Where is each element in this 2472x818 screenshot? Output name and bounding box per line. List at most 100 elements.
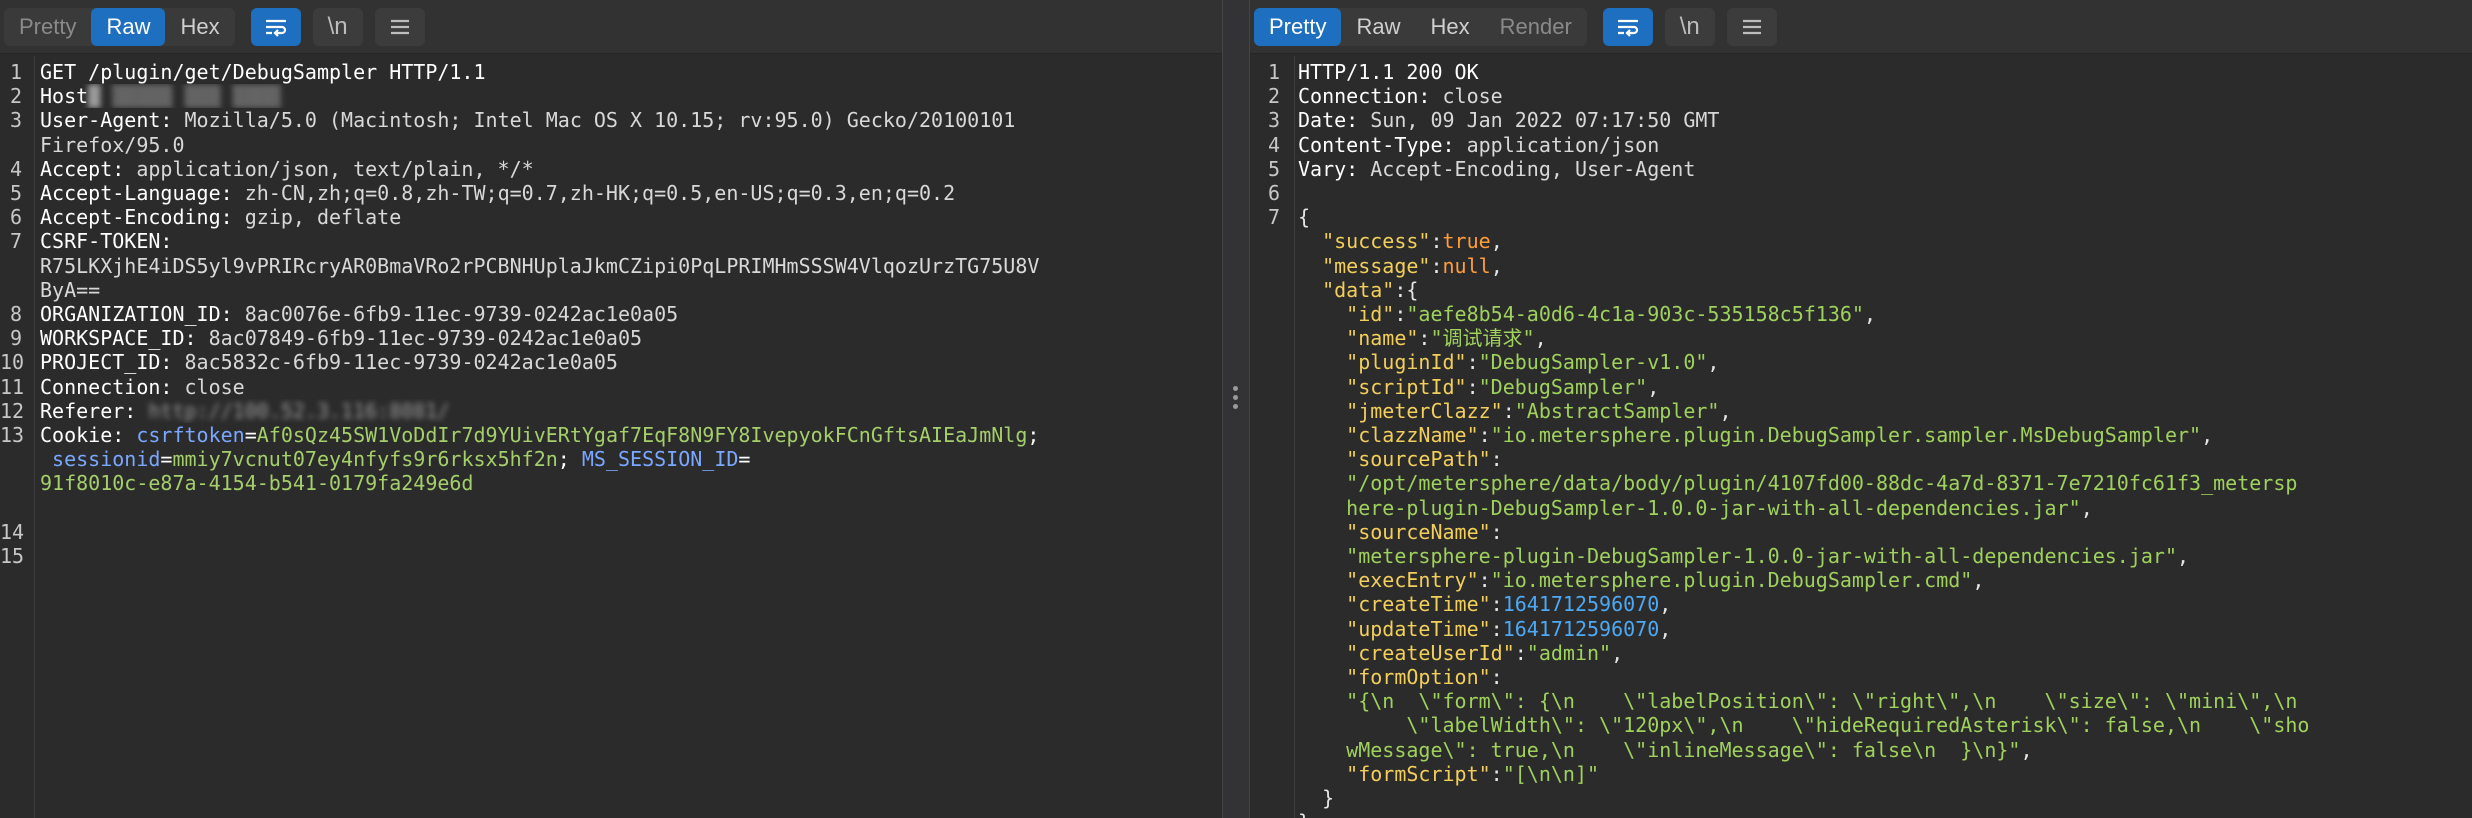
code-line: R75LKXjhE4iDS5yl9vPRIRcryAR0BmaVRo2rPCBN… — [0, 254, 1222, 278]
response-editor[interactable]: 1 HTTP/1.1 200 OK 2 Connection: close 3 Date:… — [1250, 56, 2472, 818]
code-line: 12 Referer: http://100.52.3.116:8081/ — [0, 399, 1222, 423]
line-text: Referer: http://100.52.3.116:8081/ — [40, 398, 450, 423]
line-text: Cookie: csrftoken=Af0sQz45SW1VoDdIr7d9YU… — [40, 423, 1040, 447]
code-line: "createTime":1641712596070, — [1250, 592, 2472, 616]
line-text: WORKSPACE_ID: 8ac07849-6fb9-11ec-9739-02… — [40, 326, 643, 351]
code-line: 1 GET /plugin/get/DebugSampler HTTP/1.1 — [0, 60, 1222, 84]
response-toolbar: Pretty Raw Hex Render \n — [1250, 0, 2472, 54]
code-line: 4 Content-Type: application/json — [1250, 133, 2472, 157]
response-wrap-lines-button[interactable] — [1602, 7, 1653, 46]
line-number: 4 — [1267, 132, 1280, 157]
line-text: Content-Type: application/json — [1298, 132, 1660, 157]
line-text: GET /plugin/get/DebugSampler HTTP/1.1 — [40, 60, 486, 84]
request-show-newlines-button[interactable]: \n — [312, 7, 363, 46]
request-wrap-lines-button[interactable] — [250, 7, 301, 46]
line-number: 1 — [9, 60, 22, 84]
code-line: "name":"调试请求", — [1250, 326, 2472, 350]
line-text: "id":"aefe8b54-a0d6-4c1a-903c-535158c5f1… — [1346, 302, 1876, 326]
code-line: "updateTime":1641712596070, — [1250, 617, 2472, 641]
line-text: "data":{ — [1322, 277, 1419, 302]
code-line: 6 — [1250, 181, 2472, 205]
menu-icon — [390, 19, 409, 34]
newline-icon: \n — [327, 12, 348, 40]
code-line: 91f8010c-e87a-4154-b541-0179fa249e6d — [0, 471, 1222, 495]
response-tab-pretty[interactable]: Pretty — [1254, 7, 1342, 46]
line-number: 5 — [9, 181, 22, 205]
line-number: 3 — [9, 108, 22, 133]
response-view-tabs: Pretty Raw Hex Render — [1254, 7, 1587, 46]
line-number: 6 — [1267, 181, 1280, 205]
code-line: "data":{ — [1250, 278, 2472, 302]
line-text: R75LKXjhE4iDS5yl9vPRIRcryAR0BmaVRo2rPCBN… — [40, 253, 1040, 278]
code-line: "scriptId":"DebugSampler", — [1250, 375, 2472, 399]
drag-handle-icon[interactable] — [1233, 386, 1239, 413]
request-editor[interactable]: 1 GET /plugin/get/DebugSampler HTTP/1.1 2 H… — [0, 56, 1222, 818]
line-text: 91f8010c-e87a-4154-b541-0179fa249e6d — [40, 471, 474, 496]
wrap-lines-icon — [1617, 19, 1638, 37]
code-line: "metersphere-plugin-DebugSampler-1.0.0-j… — [1250, 544, 2472, 568]
response-tab-hex[interactable]: Hex — [1415, 8, 1484, 46]
line-number: 13 — [0, 423, 25, 447]
line-text: sessionid=mmiy7vcnut07ey4nfyfs9r6rksx5hf… — [52, 447, 751, 472]
code-line: 10 PROJECT_ID: 8ac5832c-6fb9-11ec-9739-02… — [0, 350, 1222, 374]
code-line: "sourceName": — [1250, 520, 2472, 544]
line-text: Date: Sun, 09 Jan 2022 07:17:50 GMT — [1298, 108, 1720, 133]
line-text: "message":null, — [1322, 253, 1503, 278]
line-text: Connection: close — [1298, 84, 1503, 109]
line-text: Accept: application/json, text/plain, */… — [40, 156, 534, 181]
menu-icon — [1742, 19, 1761, 34]
line-text: } — [1298, 810, 2468, 818]
line-text: Accept-Encoding: gzip, deflate — [40, 205, 402, 230]
line-text: "/opt/metersphere/data/body/plugin/4107f… — [1346, 471, 2298, 496]
code-line: 7 CSRF-TOKEN: — [0, 229, 1222, 253]
newline-icon: \n — [1679, 12, 1700, 40]
request-tab-hex[interactable]: Hex — [165, 8, 234, 46]
line-text: Accept-Language: zh-CN,zh;q=0.8,zh-TW;q=… — [40, 181, 956, 205]
line-text: "{\n \"form\": {\n \"labelPosition\": \"… — [1346, 689, 2298, 714]
pane-splitter[interactable] — [1222, 0, 1250, 818]
line-text: "formOption": — [1346, 665, 1503, 689]
line-number: 3 — [1267, 108, 1280, 133]
response-menu-button[interactable] — [1726, 7, 1777, 46]
response-tab-raw[interactable]: Raw — [1341, 8, 1415, 46]
line-text: Vary: Accept-Encoding, User-Agent — [1298, 156, 1696, 181]
line-text: "metersphere-plugin-DebugSampler-1.0.0-j… — [1346, 544, 2190, 568]
code-line: "execEntry":"io.metersphere.plugin.Debug… — [1250, 568, 2472, 592]
code-line: "sourcePath": — [1250, 447, 2472, 471]
line-text: wMessage\": true,\n \"inlineMessage\": f… — [1346, 737, 2033, 762]
code-line: 2 Host█ ▒▒▒▒▒ ▒▒▒ ▒▒▒▒ — [0, 84, 1222, 108]
line-text: \"labelWidth\": \"120px\",\n \"hideRequi… — [1346, 713, 2310, 738]
code-line: 3 User-Agent: Mozilla/5.0 (Macintosh; Int… — [0, 108, 1222, 132]
request-tab-pretty[interactable]: Pretty — [4, 8, 91, 46]
code-line: 8 ORGANIZATION_ID: 8ac0076e-6fb9-11ec-973… — [0, 302, 1222, 326]
code-line: "/opt/metersphere/data/body/plugin/4107f… — [1250, 471, 2472, 495]
line-number: 5 — [1267, 156, 1280, 181]
line-text: "execEntry":"io.metersphere.plugin.Debug… — [1346, 568, 1985, 593]
response-tab-render[interactable]: Render — [1485, 8, 1587, 46]
line-text: Connection: close — [40, 374, 245, 399]
line-text: CSRF-TOKEN: — [40, 229, 173, 254]
response-show-newlines-button[interactable]: \n — [1664, 7, 1715, 46]
code-line: "{\n \"form\": {\n \"labelPosition\": \"… — [1250, 689, 2472, 713]
line-text: ORGANIZATION_ID: 8ac0076e-6fb9-11ec-9739… — [40, 302, 679, 326]
line-number: 14 — [0, 519, 25, 544]
line-text: "jmeterClazz":"AbstractSampler", — [1346, 398, 1732, 423]
line-text: "createTime":1641712596070, — [1346, 592, 1672, 617]
request-toolbar: Pretty Raw Hex \n — [0, 0, 1222, 54]
code-line: 6 Accept-Encoding: gzip, deflate — [0, 205, 1222, 229]
code-line: "id":"aefe8b54-a0d6-4c1a-903c-535158c5f1… — [1250, 302, 2472, 326]
request-menu-button[interactable] — [374, 7, 425, 46]
line-number: 6 — [9, 205, 22, 230]
line-number: 1 — [1267, 60, 1280, 84]
line-text: Host█ ▒▒▒▒▒ ▒▒▒ ▒▒▒▒ — [40, 84, 281, 109]
code-line: wMessage\": true,\n \"inlineMessage\": f… — [1250, 738, 2472, 762]
line-number: 10 — [0, 350, 25, 375]
response-pane: Pretty Raw Hex Render \n 1 HTTP/1.1 200 O… — [1250, 0, 2472, 818]
request-tab-raw[interactable]: Raw — [91, 7, 166, 46]
line-number: 12 — [0, 398, 25, 423]
code-line: here-plugin-DebugSampler-1.0.0-jar-with-… — [1250, 496, 2472, 520]
line-number: 4 — [9, 156, 22, 181]
line-text: Firefox/95.0 — [40, 132, 185, 157]
code-line: 7{ — [1250, 205, 2472, 229]
line-text: { — [1298, 205, 1311, 230]
